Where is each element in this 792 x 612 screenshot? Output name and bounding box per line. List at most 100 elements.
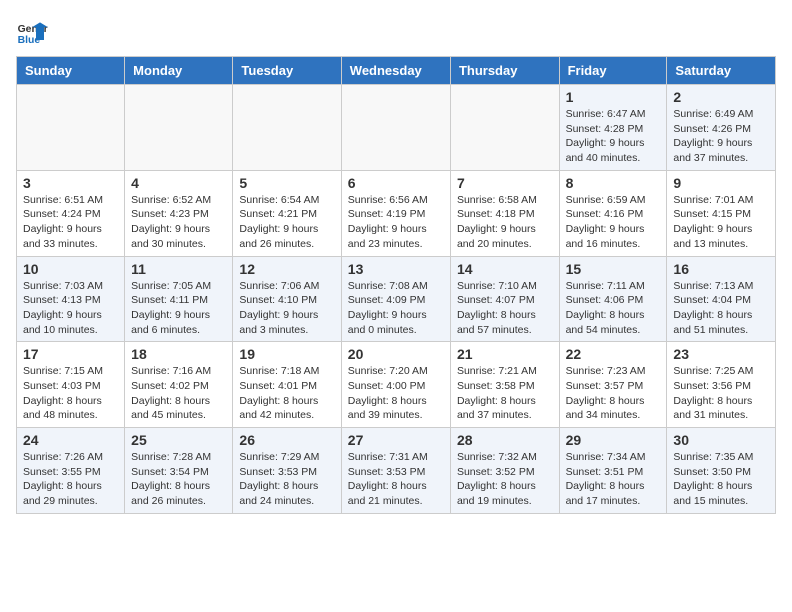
day-info: Sunrise: 7:05 AM Sunset: 4:11 PM Dayligh…: [131, 279, 226, 338]
day-cell: 20 Sunrise: 7:20 AM Sunset: 4:00 PM Dayli…: [341, 342, 450, 428]
day-cell: 18 Sunrise: 7:16 AM Sunset: 4:02 PM Dayli…: [125, 342, 233, 428]
day-info: Sunrise: 6:56 AM Sunset: 4:19 PM Dayligh…: [348, 193, 444, 252]
day-cell: 19 Sunrise: 7:18 AM Sunset: 4:01 PM Dayli…: [233, 342, 341, 428]
day-info: Sunrise: 7:28 AM Sunset: 3:54 PM Dayligh…: [131, 450, 226, 509]
day-info: Sunrise: 7:18 AM Sunset: 4:01 PM Dayligh…: [239, 364, 334, 423]
day-cell: 13Sunrise: 7:08 AM Sunset: 4:09 PM Dayli…: [341, 256, 450, 342]
day-cell: 15 Sunrise: 7:11 AM Sunset: 4:06 PM Dayli…: [559, 256, 667, 342]
day-cell: [450, 85, 559, 171]
day-info: Sunrise: 6:51 AM Sunset: 4:24 PM Dayligh…: [23, 193, 118, 252]
day-cell: 9 Sunrise: 7:01 AM Sunset: 4:15 PM Daylig…: [667, 170, 776, 256]
day-cell: 7Sunrise: 6:58 AM Sunset: 4:18 PM Daylig…: [450, 170, 559, 256]
day-cell: 3 Sunrise: 6:51 AM Sunset: 4:24 PM Daylig…: [17, 170, 125, 256]
day-number: 1: [566, 89, 661, 105]
day-number: 7: [457, 175, 553, 191]
day-cell: 27 Sunrise: 7:31 AM Sunset: 3:53 PM Dayli…: [341, 428, 450, 514]
day-number: 27: [348, 432, 444, 448]
week-row-1: 1 Sunrise: 6:47 AM Sunset: 4:28 PM Daylig…: [17, 85, 776, 171]
week-row-2: 3 Sunrise: 6:51 AM Sunset: 4:24 PM Daylig…: [17, 170, 776, 256]
day-number: 10: [23, 261, 118, 277]
day-cell: 2 Sunrise: 6:49 AM Sunset: 4:26 PM Daylig…: [667, 85, 776, 171]
day-number: 18: [131, 346, 226, 362]
day-number: 12: [239, 261, 334, 277]
day-number: 25: [131, 432, 226, 448]
day-info: Sunrise: 7:25 AM Sunset: 3:56 PM Dayligh…: [673, 364, 769, 423]
day-info: Sunrise: 7:23 AM Sunset: 3:57 PM Dayligh…: [566, 364, 661, 423]
day-info: Sunrise: 6:49 AM Sunset: 4:26 PM Dayligh…: [673, 107, 769, 166]
day-number: 17: [23, 346, 118, 362]
week-row-4: 17 Sunrise: 7:15 AM Sunset: 4:03 PM Dayli…: [17, 342, 776, 428]
day-cell: 6 Sunrise: 6:56 AM Sunset: 4:19 PM Daylig…: [341, 170, 450, 256]
day-cell: 25 Sunrise: 7:28 AM Sunset: 3:54 PM Dayli…: [125, 428, 233, 514]
day-number: 9: [673, 175, 769, 191]
day-number: 19: [239, 346, 334, 362]
day-info: Sunrise: 7:35 AM Sunset: 3:50 PM Dayligh…: [673, 450, 769, 509]
day-number: 23: [673, 346, 769, 362]
weekday-header-wednesday: Wednesday: [341, 57, 450, 85]
day-info: Sunrise: 7:06 AM Sunset: 4:10 PM Dayligh…: [239, 279, 334, 338]
day-cell: [17, 85, 125, 171]
day-info: Sunrise: 7:29 AM Sunset: 3:53 PM Dayligh…: [239, 450, 334, 509]
day-info: Sunrise: 6:52 AM Sunset: 4:23 PM Dayligh…: [131, 193, 226, 252]
weekday-header-tuesday: Tuesday: [233, 57, 341, 85]
day-info: Sunrise: 7:10 AM Sunset: 4:07 PM Dayligh…: [457, 279, 553, 338]
day-info: Sunrise: 7:31 AM Sunset: 3:53 PM Dayligh…: [348, 450, 444, 509]
day-number: 20: [348, 346, 444, 362]
day-cell: 12 Sunrise: 7:06 AM Sunset: 4:10 PM Dayli…: [233, 256, 341, 342]
day-info: Sunrise: 7:15 AM Sunset: 4:03 PM Dayligh…: [23, 364, 118, 423]
day-cell: 24 Sunrise: 7:26 AM Sunset: 3:55 PM Dayli…: [17, 428, 125, 514]
day-info: Sunrise: 6:47 AM Sunset: 4:28 PM Dayligh…: [566, 107, 661, 166]
day-info: Sunrise: 7:34 AM Sunset: 3:51 PM Dayligh…: [566, 450, 661, 509]
weekday-header-row: SundayMondayTuesdayWednesdayThursdayFrid…: [17, 57, 776, 85]
day-cell: 5 Sunrise: 6:54 AM Sunset: 4:21 PM Daylig…: [233, 170, 341, 256]
day-cell: 26 Sunrise: 7:29 AM Sunset: 3:53 PM Dayli…: [233, 428, 341, 514]
day-cell: 11Sunrise: 7:05 AM Sunset: 4:11 PM Dayli…: [125, 256, 233, 342]
calendar-table: SundayMondayTuesdayWednesdayThursdayFrid…: [16, 56, 776, 514]
day-number: 21: [457, 346, 553, 362]
logo: General Blue: [16, 16, 52, 48]
logo-icon: General Blue: [16, 16, 48, 48]
day-cell: 28Sunrise: 7:32 AM Sunset: 3:52 PM Dayli…: [450, 428, 559, 514]
day-number: 5: [239, 175, 334, 191]
day-number: 28: [457, 432, 553, 448]
week-row-3: 10Sunrise: 7:03 AM Sunset: 4:13 PM Dayli…: [17, 256, 776, 342]
weekday-header-thursday: Thursday: [450, 57, 559, 85]
day-cell: 14 Sunrise: 7:10 AM Sunset: 4:07 PM Dayli…: [450, 256, 559, 342]
day-cell: 30Sunrise: 7:35 AM Sunset: 3:50 PM Dayli…: [667, 428, 776, 514]
day-number: 24: [23, 432, 118, 448]
day-cell: 22 Sunrise: 7:23 AM Sunset: 3:57 PM Dayli…: [559, 342, 667, 428]
day-number: 26: [239, 432, 334, 448]
day-cell: 23 Sunrise: 7:25 AM Sunset: 3:56 PM Dayli…: [667, 342, 776, 428]
day-number: 15: [566, 261, 661, 277]
day-cell: 21 Sunrise: 7:21 AM Sunset: 3:58 PM Dayli…: [450, 342, 559, 428]
day-cell: 10Sunrise: 7:03 AM Sunset: 4:13 PM Dayli…: [17, 256, 125, 342]
day-info: Sunrise: 7:26 AM Sunset: 3:55 PM Dayligh…: [23, 450, 118, 509]
day-number: 6: [348, 175, 444, 191]
day-info: Sunrise: 7:21 AM Sunset: 3:58 PM Dayligh…: [457, 364, 553, 423]
day-info: Sunrise: 7:20 AM Sunset: 4:00 PM Dayligh…: [348, 364, 444, 423]
day-info: Sunrise: 7:11 AM Sunset: 4:06 PM Dayligh…: [566, 279, 661, 338]
day-cell: 29 Sunrise: 7:34 AM Sunset: 3:51 PM Dayli…: [559, 428, 667, 514]
day-cell: 8 Sunrise: 6:59 AM Sunset: 4:16 PM Daylig…: [559, 170, 667, 256]
day-number: 8: [566, 175, 661, 191]
day-info: Sunrise: 6:54 AM Sunset: 4:21 PM Dayligh…: [239, 193, 334, 252]
week-row-5: 24 Sunrise: 7:26 AM Sunset: 3:55 PM Dayli…: [17, 428, 776, 514]
day-cell: [233, 85, 341, 171]
day-number: 14: [457, 261, 553, 277]
day-cell: 1 Sunrise: 6:47 AM Sunset: 4:28 PM Daylig…: [559, 85, 667, 171]
weekday-header-friday: Friday: [559, 57, 667, 85]
day-number: 22: [566, 346, 661, 362]
day-cell: [341, 85, 450, 171]
day-cell: 4Sunrise: 6:52 AM Sunset: 4:23 PM Daylig…: [125, 170, 233, 256]
day-number: 2: [673, 89, 769, 105]
day-number: 3: [23, 175, 118, 191]
day-info: Sunrise: 7:16 AM Sunset: 4:02 PM Dayligh…: [131, 364, 226, 423]
day-cell: [125, 85, 233, 171]
day-info: Sunrise: 7:01 AM Sunset: 4:15 PM Dayligh…: [673, 193, 769, 252]
weekday-header-sunday: Sunday: [17, 57, 125, 85]
day-cell: 16Sunrise: 7:13 AM Sunset: 4:04 PM Dayli…: [667, 256, 776, 342]
day-cell: 17 Sunrise: 7:15 AM Sunset: 4:03 PM Dayli…: [17, 342, 125, 428]
weekday-header-monday: Monday: [125, 57, 233, 85]
day-info: Sunrise: 6:59 AM Sunset: 4:16 PM Dayligh…: [566, 193, 661, 252]
day-number: 29: [566, 432, 661, 448]
